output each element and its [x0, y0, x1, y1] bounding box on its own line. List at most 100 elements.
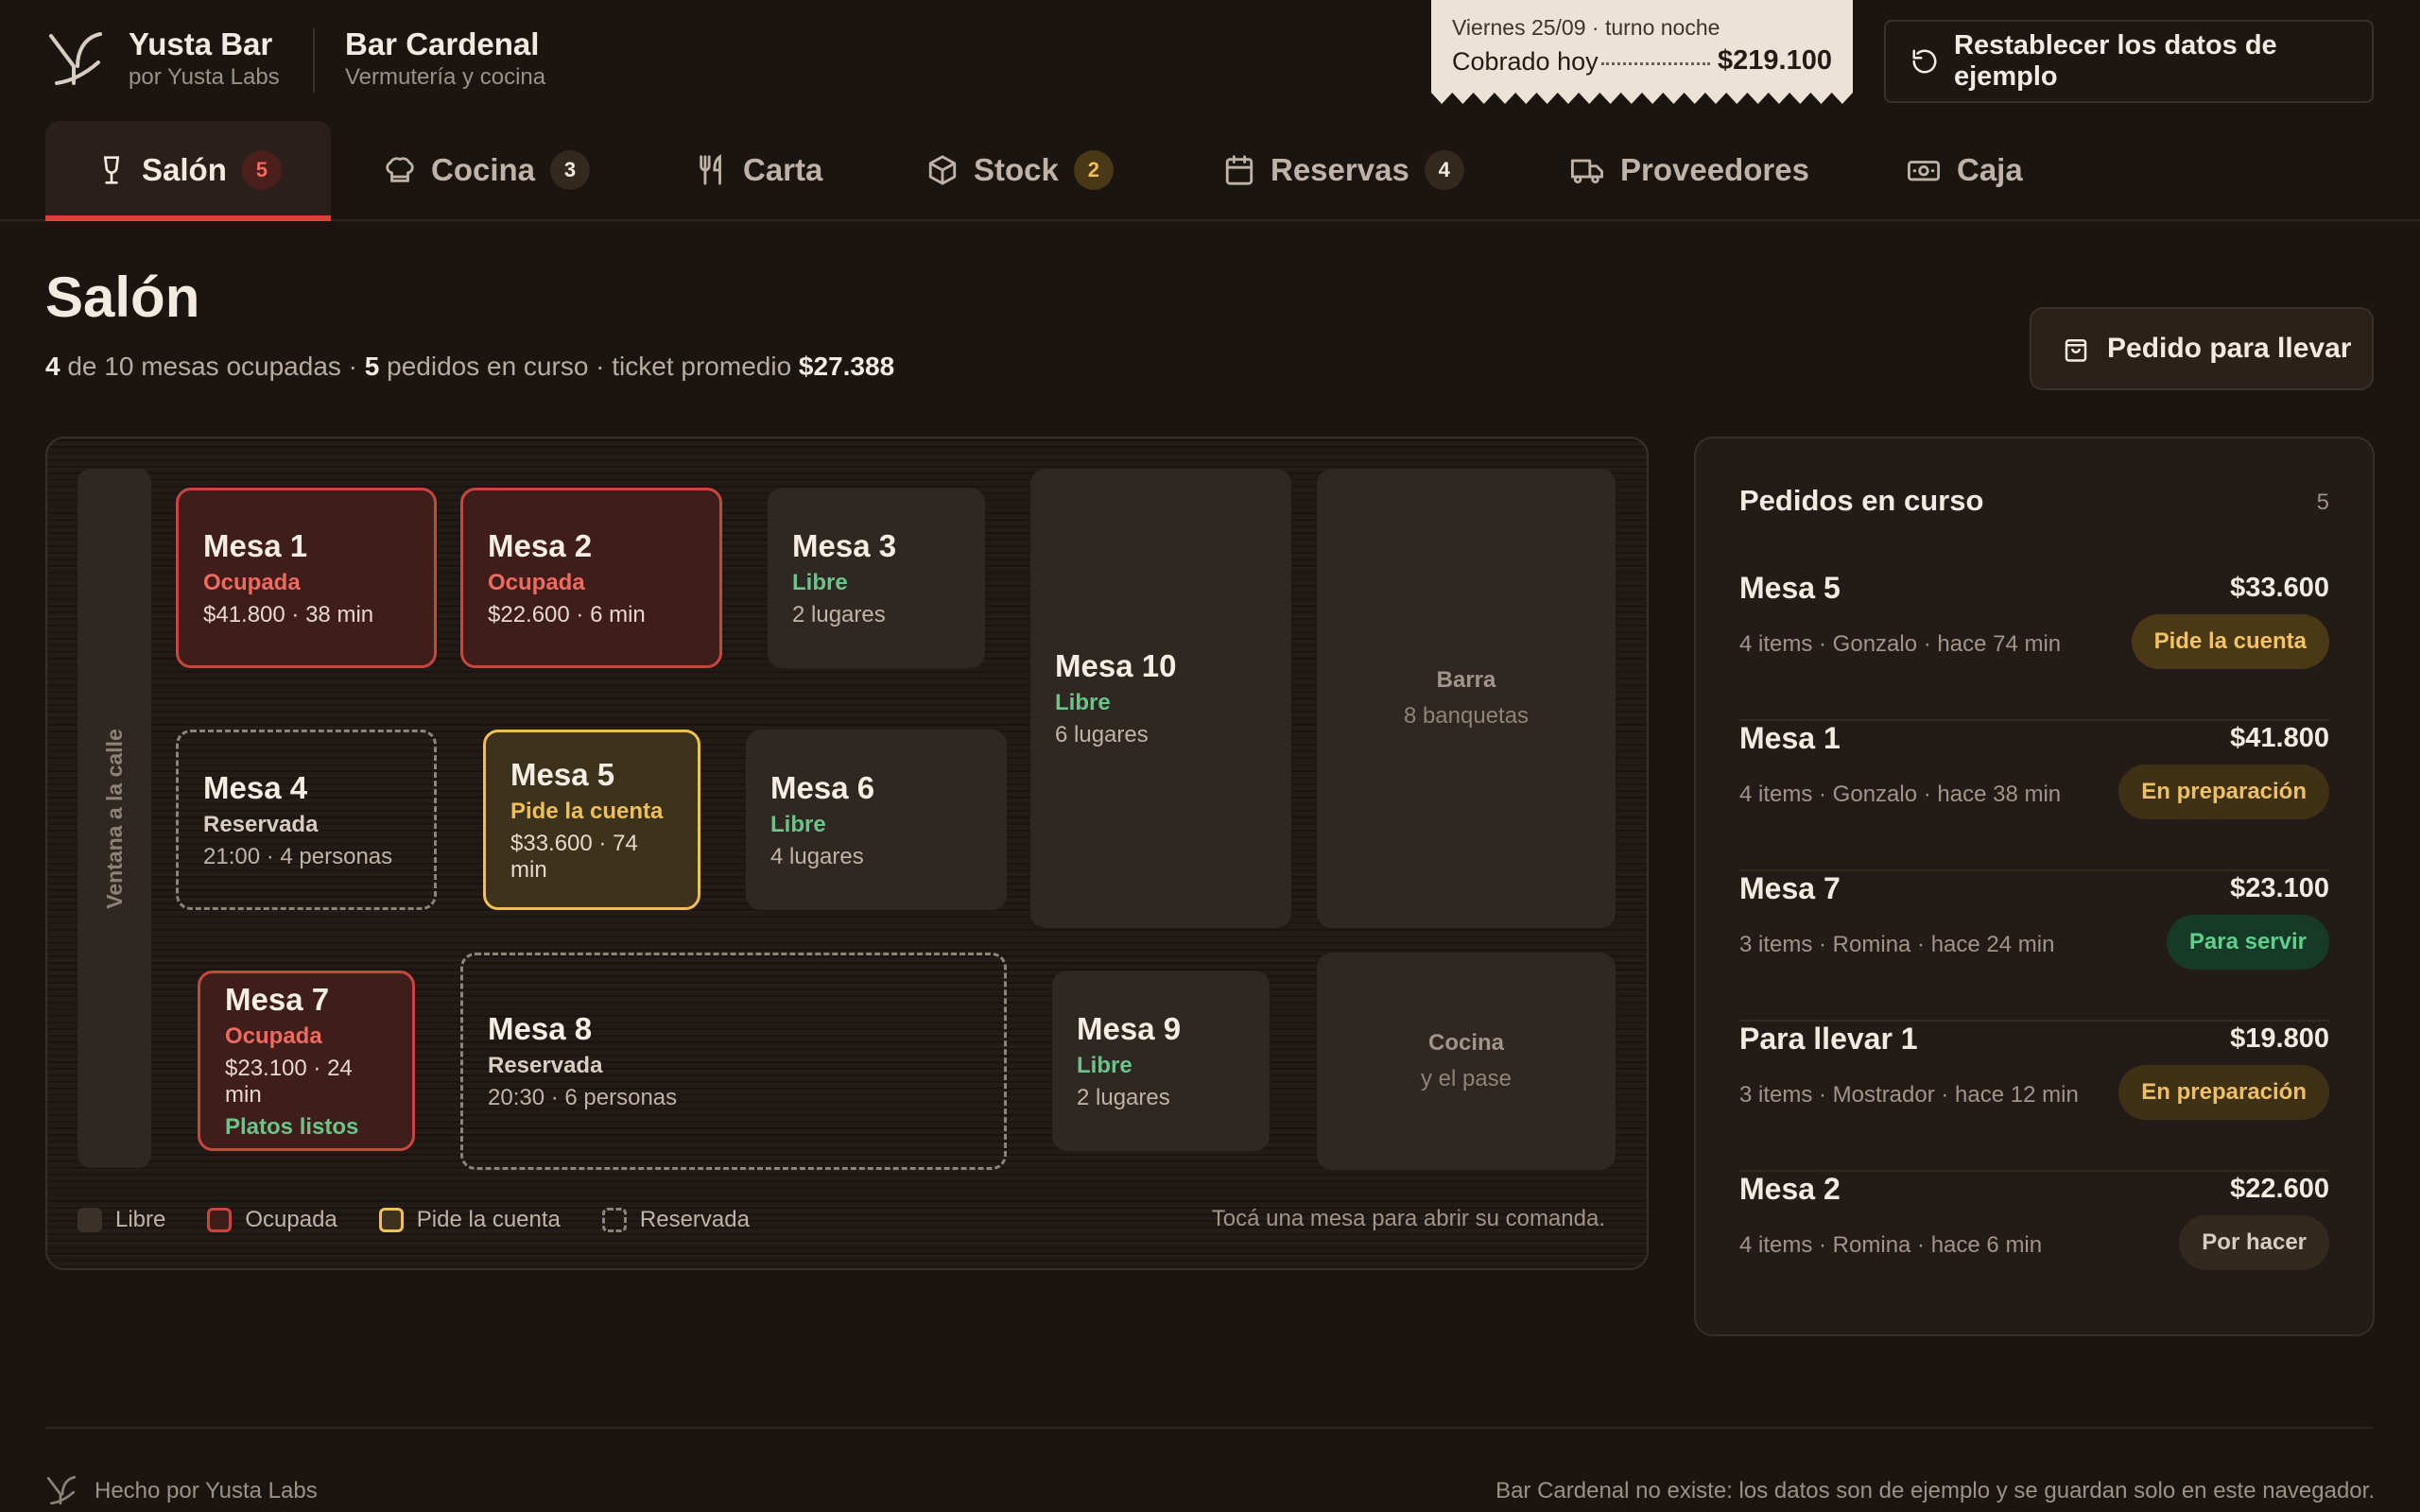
table-mesa-3[interactable]: Mesa 3 Libre 2 lugares	[768, 488, 985, 668]
order-item[interactable]: Mesa 2 $22.600 4 items · Romina · hace 6…	[1739, 1172, 2329, 1322]
legend-bill: Pide la cuenta	[378, 1207, 561, 1233]
brand-name: Yusta Bar	[129, 26, 273, 61]
order-item[interactable]: Mesa 1 $41.800 4 items · Gonzalo · hace …	[1739, 721, 2329, 871]
order-status-badge: Por hacer	[2179, 1215, 2329, 1270]
table-mesa-8[interactable]: Mesa 8 Reservada 20:30 · 6 personas	[460, 953, 1007, 1170]
footer-disclaimer: Bar Cardenal no existe: los datos son de…	[1495, 1478, 2375, 1503]
zone-barra: Barra 8 banquetas	[1317, 469, 1616, 928]
truck-icon	[1569, 154, 1605, 186]
table-detail: 20:30 · 6 personas	[488, 1085, 678, 1110]
stats-text-a: de 10 mesas ocupadas ·	[60, 352, 365, 381]
table-detail: 21:00 · 4 personas	[203, 843, 393, 869]
legend-swatch	[78, 1208, 102, 1232]
legend-reserved: Reservada	[601, 1207, 750, 1233]
reset-icon	[1910, 47, 1939, 76]
receipt-date: Viernes 25/09 · turno noche	[1452, 15, 1720, 40]
order-name: Mesa 7	[1739, 871, 1841, 905]
table-name: Mesa 5	[510, 756, 615, 792]
order-name: Mesa 1	[1739, 721, 1841, 755]
table-name: Mesa 7	[225, 981, 330, 1017]
wine-glass-icon	[96, 154, 127, 186]
tab-badge: 3	[550, 150, 591, 190]
table-mesa-2[interactable]: Mesa 2 Ocupada $22.600 · 6 min	[460, 488, 722, 668]
table-detail: 4 lugares	[770, 843, 864, 869]
cash-icon	[1906, 154, 1942, 186]
tab-proveedores[interactable]: Proveedores	[1569, 121, 1809, 219]
table-status: Libre	[1077, 1052, 1132, 1078]
tab-badge: 2	[1073, 150, 1114, 190]
table-mesa-4[interactable]: Mesa 4 Reservada 21:00 · 4 personas	[176, 730, 437, 910]
table-status: Libre	[1055, 690, 1111, 715]
zone-subtitle: y el pase	[1420, 1066, 1512, 1091]
orders-title: Pedidos en curso	[1739, 484, 1984, 517]
order-amount: $33.600	[2230, 573, 2329, 603]
tab-cocina[interactable]: Cocina 3	[384, 121, 591, 219]
table-mesa-7[interactable]: Mesa 7 Ocupada $23.100 · 24 min Platos l…	[198, 971, 415, 1151]
table-name: Mesa 1	[203, 527, 308, 563]
window-label-text: Ventana a la calle	[101, 728, 127, 909]
table-status: Ocupada	[203, 569, 301, 595]
window-label: Ventana a la calle	[78, 469, 151, 1168]
zone-subtitle: 8 banquetas	[1403, 703, 1530, 729]
table-name: Mesa 9	[1077, 1010, 1182, 1046]
dishes-ready-label: Platos listos	[225, 1113, 359, 1140]
tab-carta[interactable]: Carta	[696, 121, 822, 219]
order-name: Para llevar 1	[1739, 1022, 1918, 1056]
order-amount: $22.600	[2230, 1174, 2329, 1204]
tab-stock[interactable]: Stock 2	[926, 121, 1114, 219]
order-status-badge: Para servir	[2166, 915, 2329, 970]
order-amount: $41.800	[2230, 723, 2329, 753]
takeaway-order-button[interactable]: Pedido para llevar	[2030, 307, 2374, 390]
zone-title: Cocina	[1427, 1030, 1504, 1056]
tab-reservas[interactable]: Reservas 4	[1223, 121, 1464, 219]
calendar-icon	[1223, 154, 1255, 186]
legend-free: Libre	[78, 1207, 165, 1233]
zone-cocina: Cocina y el pase	[1317, 953, 1616, 1170]
order-meta: 4 items · Gonzalo · hace 74 min	[1739, 631, 2062, 657]
legend-label: Ocupada	[245, 1207, 337, 1232]
order-status-badge: Pide la cuenta	[2131, 614, 2329, 669]
order-item[interactable]: Mesa 7 $23.100 3 items · Romina · hace 2…	[1739, 871, 2329, 1022]
order-item[interactable]: Mesa 5 $33.600 4 items · Gonzalo · hace …	[1739, 571, 2329, 721]
box-icon	[926, 154, 959, 186]
tab-label: Salón	[142, 152, 227, 187]
table-status: Pide la cuenta	[510, 798, 664, 824]
table-detail: $23.100 · 24 min	[225, 1055, 353, 1108]
tab-caja[interactable]: Caja	[1906, 121, 2023, 219]
tab-label: Proveedores	[1620, 152, 1809, 187]
order-item[interactable]: Para llevar 1 $19.800 3 items · Mostrado…	[1739, 1022, 2329, 1172]
receipt-label: Cobrado hoy	[1452, 47, 1599, 76]
table-detail: 2 lugares	[1077, 1084, 1170, 1110]
tab-label: Caja	[1957, 152, 2023, 187]
table-mesa-9[interactable]: Mesa 9 Libre 2 lugares	[1052, 971, 1270, 1151]
table-name: Mesa 3	[792, 527, 897, 563]
order-meta: 3 items · Romina · hace 24 min	[1739, 932, 2055, 957]
table-mesa-5[interactable]: Mesa 5 Pide la cuenta $33.600 · 74 min	[483, 730, 700, 910]
footer-credit: Hecho por Yusta Labs	[95, 1478, 318, 1503]
average-ticket: $27.388	[798, 352, 895, 381]
yusta-logo-icon	[45, 1474, 78, 1506]
order-status-badge: En preparación	[2118, 765, 2329, 819]
orders-count-label: 5	[2316, 490, 2329, 515]
table-name: Mesa 2	[488, 527, 593, 563]
order-name: Mesa 2	[1739, 1172, 1841, 1206]
table-status: Libre	[792, 569, 848, 595]
tab-badge: 4	[1424, 150, 1464, 190]
table-mesa-6[interactable]: Mesa 6 Libre 4 lugares	[746, 730, 1007, 910]
table-mesa-10[interactable]: Mesa 10 Libre 6 lugares	[1030, 469, 1291, 928]
legend-swatch	[378, 1208, 404, 1232]
receipt-dots	[1601, 62, 1710, 65]
stats-text-b: pedidos en curso · ticket promedio	[379, 352, 799, 381]
table-detail: $33.600 · 74 min	[510, 830, 638, 883]
table-status: Ocupada	[225, 1022, 322, 1049]
table-status: Reservada	[203, 811, 319, 837]
reset-data-button[interactable]: Restablecer los datos de ejemplo	[1884, 20, 2374, 103]
order-meta: 3 items · Mostrador · hace 12 min	[1739, 1082, 2079, 1108]
legend-swatch	[207, 1208, 233, 1232]
floor-hint: Tocá una mesa para abrir su comanda.	[1211, 1206, 1605, 1231]
order-meta: 4 items · Romina · hace 6 min	[1739, 1232, 2043, 1258]
order-amount: $23.100	[2230, 873, 2329, 903]
tab-salon[interactable]: Salón 5	[45, 121, 331, 221]
bar-name: Bar Cardenal	[345, 26, 540, 61]
table-mesa-1[interactable]: Mesa 1 Ocupada $41.800 · 38 min	[176, 488, 437, 668]
